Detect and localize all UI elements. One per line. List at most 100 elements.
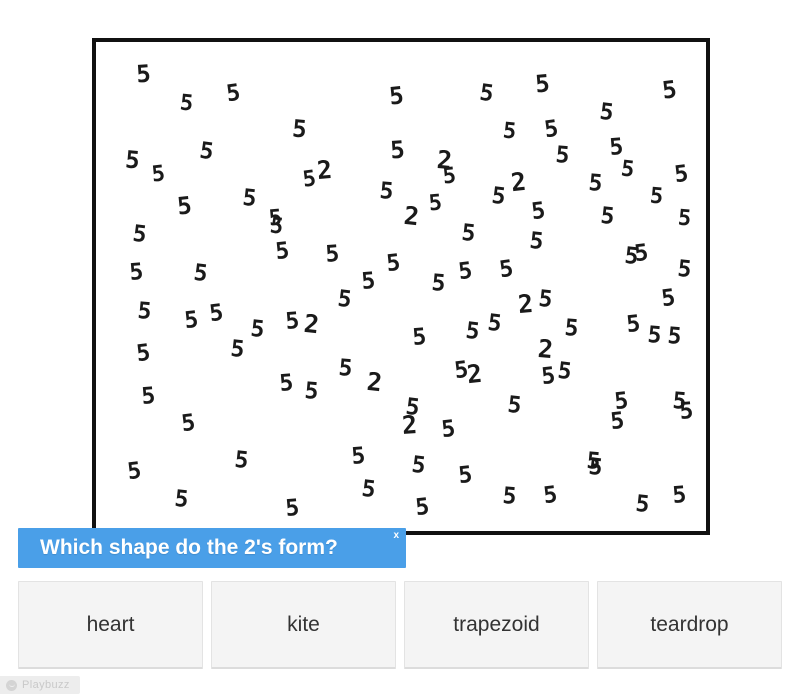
digit-5: 5 (229, 335, 245, 364)
digit-5: 5 (666, 322, 682, 351)
digit-5: 5 (134, 339, 151, 368)
digit-5: 5 (457, 461, 473, 490)
digit-5: 5 (378, 177, 394, 206)
answer-button-2[interactable]: trapezoid (404, 581, 589, 669)
digit-5: 5 (460, 219, 476, 248)
digit-5: 5 (625, 310, 641, 339)
digit-5: 5 (609, 407, 625, 436)
digit-5: 5 (135, 59, 151, 89)
question-banner: Which shape do the 2's form? x (18, 528, 406, 568)
digit-5: 5 (456, 257, 473, 286)
digit-5: 5 (554, 141, 570, 170)
digit-5: 5 (587, 169, 603, 198)
digit-5: 5 (678, 397, 694, 426)
digit-5: 5 (529, 197, 546, 226)
digit-5: 5 (125, 457, 142, 486)
digit-5: 5 (587, 453, 604, 482)
digit-5: 5 (241, 184, 257, 213)
digit-5: 5 (140, 382, 156, 411)
digit-5: 5 (623, 242, 639, 271)
digit-5: 5 (183, 306, 199, 335)
digit-5: 5 (501, 118, 517, 145)
digit-5: 5 (646, 321, 662, 350)
digit-5: 5 (389, 135, 405, 165)
digit-5: 5 (464, 317, 481, 346)
digit-5: 5 (619, 156, 635, 183)
digit-5: 5 (411, 323, 427, 352)
answer-label: heart (86, 612, 135, 636)
question-text: Which shape do the 2's form? (40, 536, 338, 559)
digit-2: 2 (536, 333, 554, 365)
digit-5: 5 (274, 237, 290, 266)
digit-5: 5 (350, 442, 366, 471)
answers-row: heart kite trapezoid teardrop (18, 581, 782, 669)
digit-5: 5 (385, 249, 401, 278)
digit-5: 5 (178, 90, 194, 117)
digit-5: 5 (284, 494, 300, 523)
digit-5: 5 (387, 81, 405, 111)
digit-5: 5 (131, 220, 148, 249)
digit-5: 5 (360, 267, 376, 296)
digit-5: 5 (608, 133, 624, 162)
digit-5: 5 (427, 190, 443, 217)
digit-5: 5 (659, 284, 676, 313)
digit-5: 5 (477, 79, 495, 108)
digit-2: 2 (402, 200, 420, 232)
digit-5: 5 (556, 357, 573, 386)
digit-5: 5 (301, 166, 317, 193)
digit-5: 5 (175, 191, 193, 221)
digit-5: 5 (192, 259, 209, 288)
digit-field: 5555555555555555555555225252555555555555… (96, 42, 706, 531)
digit-5: 5 (124, 145, 140, 175)
puzzle-image-frame: 5555555555555555555555225252555555555555… (92, 38, 710, 535)
digit-2: 2 (365, 366, 383, 398)
answer-button-0[interactable]: heart (18, 581, 203, 669)
digit-5: 5 (671, 481, 687, 510)
digit-5: 5 (150, 161, 166, 188)
smiley-icon (6, 679, 17, 691)
watermark-label: Playbuzz (22, 679, 70, 691)
digit-2: 2 (315, 154, 333, 186)
digit-5: 5 (676, 255, 692, 284)
digit-5: 5 (233, 446, 249, 475)
digit-5: 5 (207, 299, 224, 328)
digit-5: 5 (676, 205, 692, 232)
digit-5: 5 (486, 309, 503, 338)
digit-5: 5 (173, 485, 189, 514)
digit-5: 5 (599, 202, 615, 231)
digit-5: 5 (128, 258, 144, 287)
close-icon[interactable]: x (393, 531, 399, 541)
digit-5: 5 (540, 362, 556, 391)
digit-5: 5 (249, 315, 265, 344)
answer-button-3[interactable]: teardrop (597, 581, 782, 669)
digit-5: 5 (537, 285, 553, 314)
digit-5: 5 (648, 183, 664, 210)
digit-2: 2 (302, 308, 320, 340)
digit-5: 5 (410, 451, 427, 480)
digit-5: 5 (197, 137, 215, 166)
digit-5: 5 (224, 79, 242, 108)
answer-button-1[interactable]: kite (211, 581, 396, 669)
digit-5: 5 (501, 482, 517, 511)
digit-5: 5 (268, 213, 284, 240)
digit-5: 5 (414, 493, 430, 522)
digit-5: 5 (440, 415, 456, 444)
digit-5: 5 (284, 307, 300, 336)
digit-5: 5 (542, 115, 560, 144)
answer-label: kite (287, 612, 320, 636)
digit-5: 5 (528, 227, 544, 256)
digit-5: 5 (291, 114, 307, 144)
digit-5: 5 (441, 163, 457, 190)
digit-5: 5 (360, 475, 377, 504)
digit-5: 5 (598, 98, 615, 127)
digit-5: 5 (490, 182, 507, 211)
digit-5: 5 (136, 297, 152, 326)
digit-2: 2 (509, 166, 527, 198)
digit-5: 5 (337, 354, 353, 383)
playbuzz-watermark: Playbuzz (0, 676, 80, 694)
digit-5: 5 (303, 377, 319, 406)
digit-2: 2 (516, 288, 534, 320)
digit-5: 5 (672, 160, 689, 189)
digit-5: 5 (336, 285, 353, 314)
digit-5: 5 (634, 490, 650, 519)
